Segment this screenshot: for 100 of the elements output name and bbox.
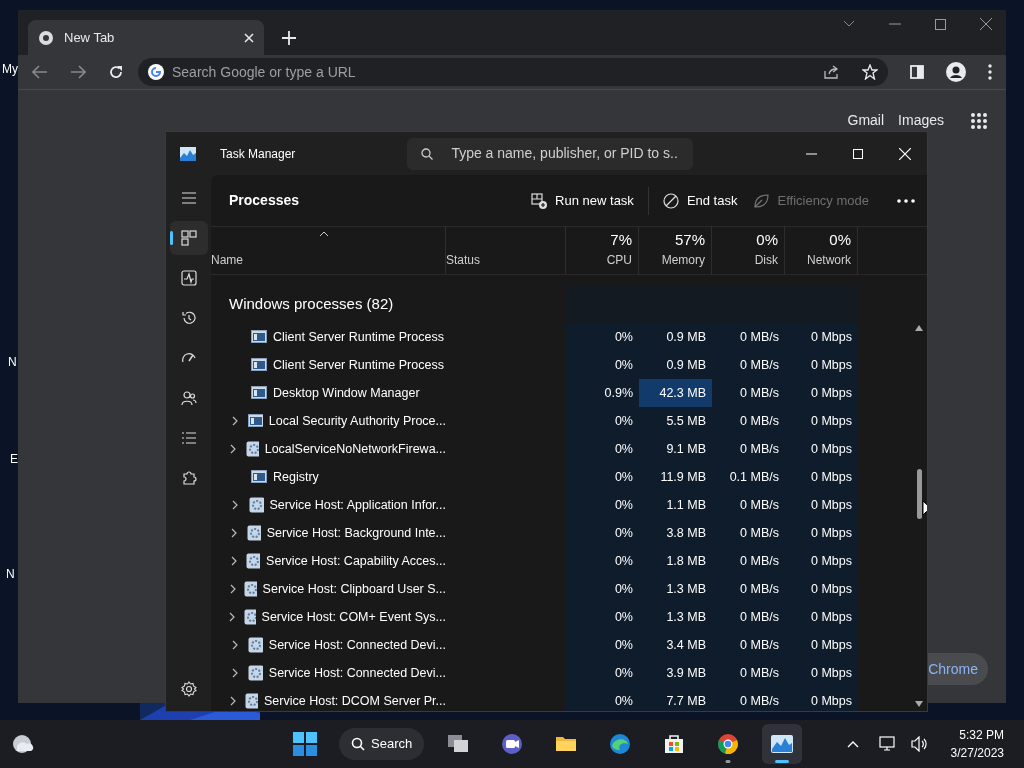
process-name[interactable]: Service Host: Capability Acces...: [266, 551, 446, 571]
table-cell: 0%: [566, 519, 639, 547]
expand-chevron-icon[interactable]: [231, 416, 238, 426]
expand-chevron-icon[interactable]: [230, 444, 237, 454]
profile-icon[interactable]: [946, 62, 966, 82]
window-title: Task Manager: [220, 145, 296, 163]
nav-link[interactable]: Gmail: [847, 110, 885, 131]
process-name[interactable]: LocalServiceNoNetworkFirewa...: [264, 439, 446, 459]
clock-date[interactable]: 3/27/2023: [950, 744, 1004, 762]
taskbar-app[interactable]: [762, 724, 803, 764]
expand-chevron-icon[interactable]: [230, 556, 237, 566]
toolbar-button[interactable]: Run new task: [523, 184, 642, 217]
gear-icon: [248, 665, 263, 681]
window-icon: [251, 385, 267, 401]
table-cell: 0 Mbps: [785, 491, 858, 519]
browser-tab[interactable]: New Tab: [28, 20, 264, 55]
table-cell: 0 Mbps: [785, 603, 858, 631]
table-cell: 0 MB/s: [712, 519, 785, 547]
column-header[interactable]: 57% Memory: [639, 227, 712, 274]
address-bar[interactable]: Search Google or type a URL: [138, 58, 888, 86]
column-header[interactable]: 7% CPU: [566, 227, 639, 274]
table-cell: 1.3 MB: [639, 575, 712, 603]
expand-chevron-icon[interactable]: [230, 528, 237, 538]
expand-chevron-icon[interactable]: [231, 668, 238, 678]
chevron-down-icon[interactable]: [843, 20, 855, 28]
start-icon[interactable]: [293, 732, 317, 756]
expand-chevron-icon[interactable]: [230, 696, 237, 706]
forward-icon[interactable]: [70, 65, 86, 79]
search-button[interactable]: Search: [339, 728, 425, 760]
expand-chevron-icon[interactable]: [231, 500, 238, 510]
search-field[interactable]: Type a name, publisher, or PID to s...: [407, 137, 694, 170]
more-icon[interactable]: [897, 198, 915, 203]
menu-icon[interactable]: [988, 64, 992, 80]
table-cell: 0 MB/s: [712, 631, 785, 659]
nav-item[interactable]: [169, 221, 208, 255]
process-name[interactable]: Registry: [273, 467, 319, 487]
column-header[interactable]: 0% Network: [785, 227, 858, 274]
table-cell: 0 MB/s: [712, 351, 785, 379]
process-name[interactable]: Service Host: Application Infor...: [269, 495, 446, 515]
table-cell: 1.3 MB: [639, 603, 712, 631]
table-cell: 0%: [566, 603, 639, 631]
chrome-icon: [716, 732, 741, 756]
table-cell: 0 Mbps: [785, 351, 858, 379]
close-icon[interactable]: [980, 18, 992, 30]
maximize-icon[interactable]: [935, 18, 946, 30]
table-cell: 11.9 MB: [639, 463, 712, 491]
process-name[interactable]: Service Host: Connected Devi...: [268, 635, 446, 655]
expand-chevron-icon[interactable]: [229, 612, 236, 622]
table-cell: 42.3 MB: [639, 379, 712, 407]
expand-chevron-icon[interactable]: [229, 584, 236, 594]
scroll-down-icon[interactable]: [915, 701, 923, 707]
nav-link[interactable]: Images: [898, 110, 944, 131]
search-icon: [421, 147, 434, 160]
process-name[interactable]: Client Server Runtime Process: [273, 327, 444, 347]
toolbar-button[interactable]: End task: [654, 184, 746, 217]
desktop-icon-label: N: [8, 354, 17, 371]
add-task-icon: [531, 192, 548, 209]
process-name[interactable]: Service Host: Background Inte...: [266, 523, 446, 543]
gear-icon: [248, 637, 263, 653]
table-cell: 0 MB/s: [712, 547, 785, 575]
desktop-icon-label: My: [2, 61, 18, 78]
chevron-up-icon[interactable]: [846, 740, 859, 748]
settings-icon[interactable]: [180, 681, 197, 697]
process-name[interactable]: Service Host: Clipboard User S...: [262, 579, 446, 599]
star-icon[interactable]: [862, 64, 878, 80]
column-header[interactable]: 0% Disk: [712, 227, 785, 274]
list-icon: [180, 430, 197, 446]
activity-monitor-icon: [770, 732, 795, 756]
scrollbar-thumb[interactable]: [917, 469, 922, 519]
new-tab-icon[interactable]: [282, 31, 296, 45]
gear-icon: [245, 441, 259, 457]
back-icon[interactable]: [32, 65, 48, 79]
volume-icon[interactable]: [910, 736, 929, 752]
table-cell: 0%: [566, 631, 639, 659]
apps-grid-icon[interactable]: [970, 111, 988, 130]
menu-icon: [180, 190, 197, 206]
customize-chrome-button[interactable]: Chrome: [928, 653, 988, 685]
process-name[interactable]: Service Host: Connected Devi...: [268, 663, 446, 683]
process-name[interactable]: Local Security Authority Proce...: [268, 411, 446, 431]
column-header[interactable]: Status: [446, 227, 566, 274]
process-name[interactable]: Service Host: COM+ Event Sys...: [261, 607, 446, 627]
chrome-icon: [38, 29, 54, 46]
process-name[interactable]: Service Host: DCOM Server Pr...: [264, 691, 446, 711]
share-icon[interactable]: [824, 65, 840, 79]
column-header[interactable]: Name: [211, 227, 446, 274]
process-name[interactable]: Client Server Runtime Process: [273, 355, 444, 375]
scroll-up-icon[interactable]: [915, 325, 923, 331]
table-cell: 3.8 MB: [639, 519, 712, 547]
table-cell: 0 Mbps: [785, 519, 858, 547]
expand-chevron-icon[interactable]: [231, 640, 238, 650]
side-panel-icon[interactable]: [910, 65, 924, 79]
reload-icon[interactable]: [108, 64, 124, 80]
network-icon[interactable]: [878, 736, 897, 752]
window-icon: [251, 469, 267, 485]
process-name[interactable]: Desktop Window Manager: [273, 383, 420, 403]
table-cell: 0 MB/s: [712, 379, 785, 407]
clock-time[interactable]: 5:32 PM: [959, 726, 1004, 744]
page-title: Processes: [229, 191, 300, 210]
table-cell: 0 Mbps: [785, 379, 858, 407]
weather-icon[interactable]: [11, 733, 35, 755]
